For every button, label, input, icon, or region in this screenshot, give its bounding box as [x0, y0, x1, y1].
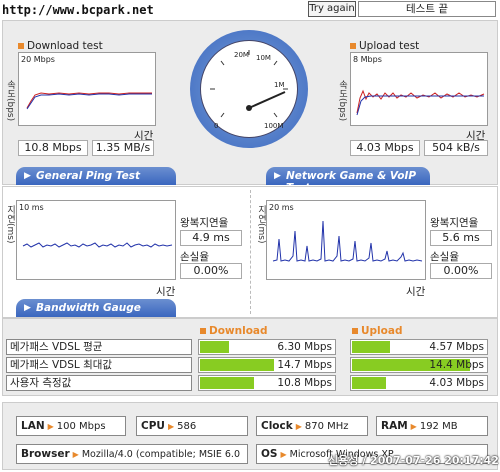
upload-graph: [356, 89, 485, 116]
cpu-info: CPU ▶ 586: [136, 416, 248, 436]
game-loss-label: 손실율: [430, 251, 459, 263]
game-rtt-label: 왕복지연율: [430, 217, 479, 229]
arrow-right-icon: ▶: [167, 422, 175, 431]
download-bar-cell: 6.30 Mbps: [198, 339, 336, 355]
upload-bar-value: 4.03 Mbps: [429, 377, 484, 389]
gauge-label-0: 0: [214, 122, 219, 130]
game-graph: [272, 220, 423, 262]
gauge-label-100m: 100M: [264, 122, 284, 130]
os-label: OS: [261, 448, 278, 460]
arrow-right-icon: ▶: [72, 450, 79, 459]
upload-bar-value: 14.4 Mbps: [429, 359, 484, 371]
play-arrow-icon: ▶: [274, 171, 281, 181]
upload-chart: 8 Mbps: [350, 52, 488, 126]
arrow-right-icon: ▶: [295, 422, 302, 431]
lan-info: LAN ▶ 100 Mbps: [16, 416, 126, 436]
download-graph: [26, 92, 152, 110]
browser-info: Browser ▶ Mozilla/4.0 (compatible; MSIE 6.…: [16, 444, 248, 464]
download-title: Download test: [18, 40, 103, 52]
upload-bar-cell: 4.57 Mbps: [350, 339, 488, 355]
header-url: http://www.bcpark.net: [2, 3, 154, 17]
orange-bullet-icon: [352, 328, 358, 334]
bandwidth-row-label: 메가패스 VDSL 최대값: [6, 357, 192, 373]
download-speed-mbs: 1.35 MB/s: [92, 140, 154, 156]
upload-speed-mbps: 4.03 Mbps: [350, 140, 420, 156]
download-bar-value: 10.8 Mbps: [277, 377, 332, 389]
orange-bullet-icon: [350, 43, 356, 49]
game-rtt-value: 5.6 ms: [430, 230, 492, 246]
download-bar-cell: 10.8 Mbps: [198, 375, 336, 391]
tab-bandwidth-gauge[interactable]: ▶ Bandwidth Gauge: [16, 299, 176, 317]
gauge-label-10m: 10M: [256, 54, 271, 62]
tab-network-game[interactable]: ▶Network Game & VoIP Test: [266, 167, 430, 194]
bandwidth-row-label: 메가패스 VDSL 평균: [6, 339, 192, 355]
ping-loss-label: 손실율: [180, 251, 209, 263]
ping-loss-value: 0.00%: [180, 263, 242, 279]
speed-gauge: 20M 1M 0 100M 10M: [190, 30, 308, 148]
play-arrow-icon: ▶: [24, 303, 31, 313]
arrow-right-icon: ▶: [280, 450, 287, 459]
ram-value: 192 MB: [419, 421, 458, 432]
upload-header-text: Upload: [361, 325, 403, 337]
upload-title: Upload test: [350, 40, 419, 52]
cpu-label: CPU: [141, 420, 165, 432]
ping-xlabel: 시간: [156, 286, 176, 298]
lan-label: LAN: [21, 420, 45, 432]
download-title-text: Download test: [27, 40, 103, 52]
download-ylabel: 속도(bps): [5, 80, 15, 122]
download-header-text: Download: [209, 325, 268, 337]
arrow-right-icon: ▶: [47, 422, 54, 431]
download-bar-cell: 14.7 Mbps: [198, 357, 336, 373]
upload-ylabel: 속도(bps): [337, 80, 347, 122]
tab-bandwidth-label: Bandwidth Gauge: [36, 302, 141, 314]
cpu-value: 586: [177, 421, 197, 432]
play-arrow-icon: ▶: [24, 171, 31, 181]
try-again-button[interactable]: Try again: [308, 1, 356, 17]
upload-title-text: Upload test: [359, 40, 420, 52]
browser-label: Browser: [21, 448, 70, 460]
gauge-label-1m: 1M: [274, 81, 285, 89]
upload-speed-kbs: 504 kB/s: [424, 140, 488, 156]
ram-info: RAM ▶ 192 MB: [376, 416, 488, 436]
game-xlabel: 시간: [406, 286, 426, 298]
game-loss-value: 0.00%: [430, 263, 492, 279]
ping-graph: [22, 242, 173, 248]
download-bar-value: 6.30 Mbps: [277, 341, 332, 353]
orange-bullet-icon: [18, 43, 24, 49]
watermark: 신용성 / 2007-07-26 20:17:42: [328, 454, 499, 467]
tab-general-ping-label: General Ping Test: [36, 170, 140, 182]
ping-rtt-label: 왕복지연율: [180, 217, 229, 229]
ping-chart: 10 ms: [16, 200, 176, 280]
clock-value: 870 MHz: [304, 421, 349, 432]
tab-general-ping[interactable]: ▶ General Ping Test: [16, 167, 176, 185]
download-chart: 20 Mbps: [18, 52, 156, 126]
upload-bar-value: 4.57 Mbps: [429, 341, 484, 353]
upload-bar-cell: 4.03 Mbps: [350, 375, 488, 391]
clock-info: Clock ▶ 870 MHz: [256, 416, 368, 436]
orange-bullet-icon: [200, 328, 206, 334]
arrow-right-icon: ▶: [410, 422, 417, 431]
download-header: Download: [200, 325, 268, 337]
lan-value: 100 Mbps: [56, 421, 106, 432]
clock-label: Clock: [261, 420, 293, 432]
status-field: 테스트 끝: [358, 1, 496, 17]
gauge-needle: [210, 50, 288, 118]
gauge-label-20m: 20M: [234, 51, 249, 59]
ping-rtt-value: 4.9 ms: [180, 230, 242, 246]
game-chart: 20 ms: [266, 200, 426, 280]
upload-bar-cell: 14.4 Mbps: [350, 357, 488, 373]
download-speed-mbps: 10.8 Mbps: [18, 140, 88, 156]
bandwidth-row-label: 사용자 측정값: [6, 375, 192, 391]
ram-label: RAM: [381, 420, 408, 432]
download-bar-value: 14.7 Mbps: [277, 359, 332, 371]
upload-header: Upload: [352, 325, 402, 337]
panel-divider: [250, 190, 251, 314]
browser-value: Mozilla/4.0 (compatible; MSIE 6.0: [81, 449, 240, 460]
